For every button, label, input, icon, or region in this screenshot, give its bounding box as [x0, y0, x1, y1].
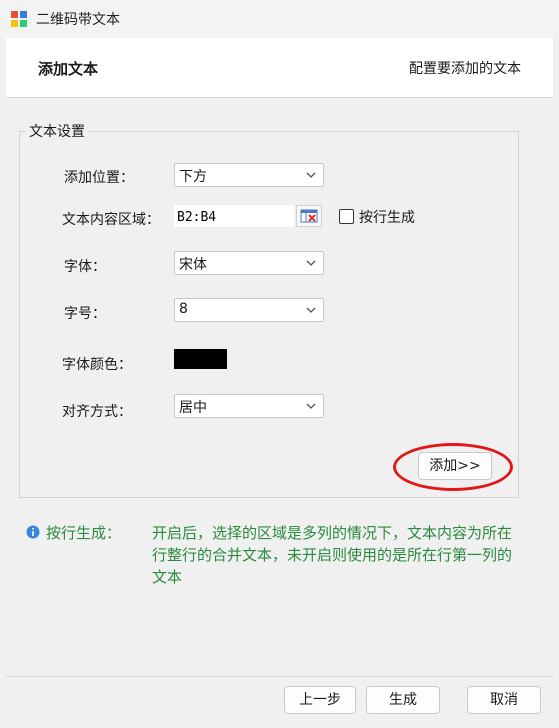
position-select[interactable]: 下方: [174, 163, 324, 187]
range-select-button[interactable]: [296, 205, 322, 227]
info-title: 按行生成：: [46, 524, 122, 542]
chevron-down-icon: [306, 307, 316, 313]
app-icon: [11, 11, 27, 27]
range-input[interactable]: [174, 205, 294, 227]
font-color-label: 字体颜色：: [62, 357, 132, 373]
info-icon: [26, 525, 40, 539]
info-text: 开启后，选择的区域是多列的情况下，文本内容为所在行整行的合并文本，未开启则使用的…: [152, 524, 513, 586]
window-title: 二维码带文本: [36, 12, 120, 28]
font-size-value: 8: [179, 301, 188, 317]
font-size-label: 字号：: [64, 306, 106, 322]
group-legend: 文本设置: [29, 124, 85, 140]
page-description: 配置要添加的文本: [409, 61, 521, 77]
by-row-checkbox[interactable]: [339, 209, 354, 224]
wizard-header: 添加文本 配置要添加的文本: [6, 38, 553, 98]
font-color-swatch[interactable]: [174, 349, 227, 369]
position-value: 下方: [179, 169, 207, 185]
range-label: 文本内容区域：: [62, 212, 160, 228]
page-title: 添加文本: [38, 60, 99, 78]
chevron-down-icon: [306, 260, 316, 266]
chevron-down-icon: [306, 403, 316, 409]
align-label: 对齐方式：: [62, 404, 132, 420]
align-value: 居中: [179, 400, 207, 416]
generate-button[interactable]: 生成: [366, 686, 440, 714]
chevron-down-icon: [306, 172, 316, 178]
font-select[interactable]: 宋体: [174, 251, 324, 275]
title-bar: 二维码带文本: [0, 0, 559, 38]
position-label: 添加位置：: [64, 170, 134, 186]
align-select[interactable]: 居中: [174, 394, 324, 418]
footer-divider: [6, 676, 553, 677]
cancel-button[interactable]: 取消: [467, 686, 541, 714]
highlight-ring: [393, 443, 513, 491]
range-picker-icon: [300, 209, 318, 223]
by-row-label: 按行生成: [359, 210, 415, 226]
font-size-select[interactable]: 8: [174, 298, 324, 322]
prev-button[interactable]: 上一步: [284, 686, 356, 714]
font-value: 宋体: [179, 257, 207, 273]
font-label: 字体：: [64, 259, 106, 275]
